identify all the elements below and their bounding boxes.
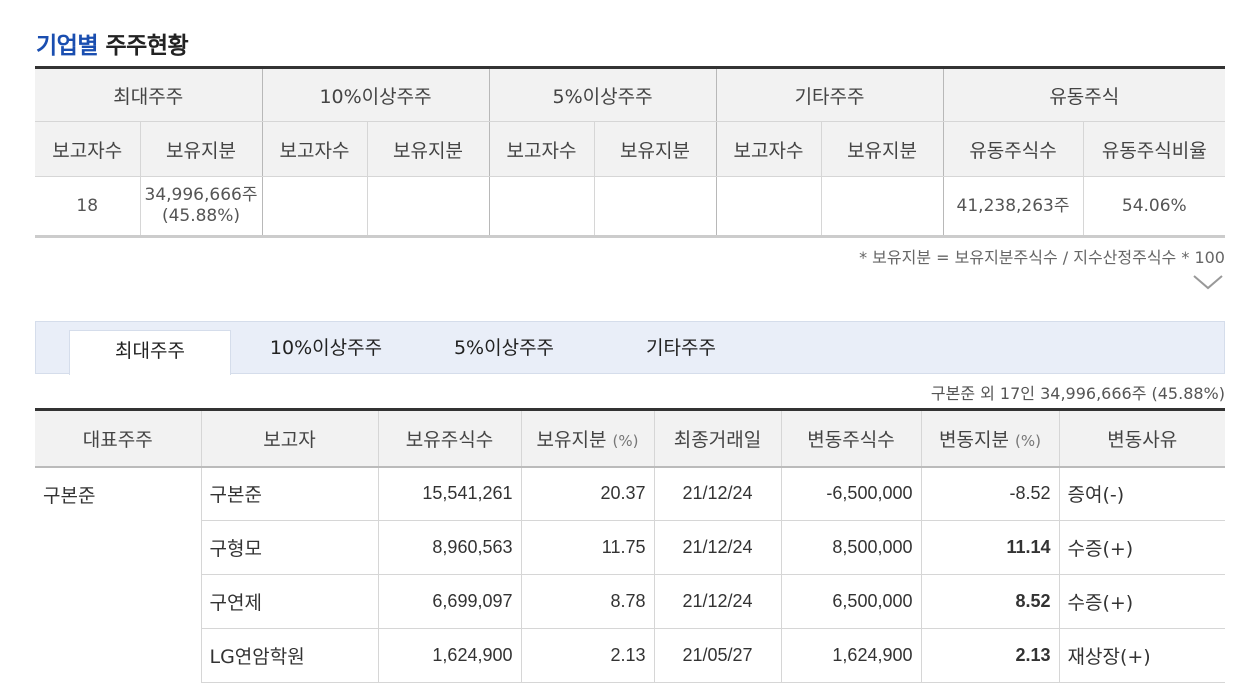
summary-subheader: 보고자수 (489, 121, 595, 177)
cell-reporter: 구형모 (201, 520, 379, 575)
chevron-down-icon[interactable] (1192, 272, 1224, 292)
tab-5pct-holder[interactable]: 5%이상주주 (434, 322, 574, 374)
page-title-highlight: 기업별 (36, 33, 98, 59)
col-header-reason: 변동사유 (1059, 409, 1225, 468)
cell-rep (35, 628, 202, 683)
summary-subheader: 유동주식수 (943, 121, 1084, 177)
col-header-ratio-unit: (%) (612, 431, 639, 450)
summary-group-header: 최대주주 (35, 67, 263, 122)
col-header-shares: 보유주식수 (378, 409, 522, 468)
cell-date: 21/12/24 (654, 574, 782, 629)
summary-group-header: 10%이상주주 (262, 67, 490, 122)
cell-date: 21/05/27 (654, 628, 782, 683)
cell-ratio: 8.78 (521, 574, 655, 629)
stake-formula-note: * 보유지분 = 보유지분주식수 / 지수산정주식수 * 100 (859, 248, 1225, 267)
cell-reporter: 구연제 (201, 574, 379, 629)
cell-change: 1,624,900 (781, 628, 922, 683)
col-header-rep: 대표주주 (35, 409, 202, 468)
other-holder-stake (821, 176, 944, 238)
other-holder-count (716, 176, 822, 238)
tab-largest-holder[interactable]: 최대주주 (69, 330, 231, 375)
cell-date: 21/12/24 (654, 466, 782, 521)
summary-data-row: 18 34,996,666주 (45.88%) 41,238,263주 54.0… (35, 176, 1226, 238)
summary-subheader: 유동주식비율 (1083, 121, 1226, 177)
col-header-ratio: 보유지분 (%) (521, 409, 655, 468)
cell-ratio: 20.37 (521, 466, 655, 521)
col-header-ratio-label: 보유지분 (536, 428, 607, 451)
cell-reporter: LG연암학원 (201, 628, 379, 683)
detail-header-row: 대표주주 보고자 보유주식수 보유지분 (%) 최종거래일 변동주식수 변동지분… (35, 409, 1225, 468)
col-header-reporter: 보고자 (201, 409, 379, 468)
cell-change-ratio: -8.52 (921, 466, 1060, 521)
summary-subheader-row: 보고자수 보유지분 보고자수 보유지분 보고자수 보유지분 보고자수 보유지분 … (35, 121, 1226, 177)
summary-subheader: 보고자수 (35, 121, 141, 177)
table-row: 구연제 6,699,097 8.78 21/12/24 6,500,000 8.… (35, 574, 1225, 629)
page-title: 기업별 주주현황 (36, 26, 189, 60)
summary-group-header-row: 최대주주 10%이상주주 5%이상주주 기타주주 유동주식 (35, 67, 1226, 122)
largest-holder-stake: 34,996,666주 (45.88%) (140, 176, 263, 238)
col-header-change-shares: 변동주식수 (781, 409, 922, 468)
col-header-change-ratio-label: 변동지분 (939, 428, 1009, 451)
col-header-change-ratio: 변동지분 (%) (921, 409, 1060, 468)
float-ratio: 54.06% (1083, 176, 1226, 238)
cell-ratio: 11.75 (521, 520, 655, 575)
col-header-change-ratio-unit: (%) (1015, 431, 1041, 450)
summary-subheader: 보유지분 (594, 121, 717, 177)
summary-group-header: 5%이상주주 (489, 67, 717, 122)
table-row: 구형모 8,960,563 11.75 21/12/24 8,500,000 1… (35, 520, 1225, 575)
summary-subheader: 보유지분 (140, 121, 263, 177)
largest-holder-ratio: (45.88%) (161, 206, 241, 226)
cell-rep (35, 574, 202, 629)
holder-type-tabs: 최대주주 10%이상주주 5%이상주주 기타주주 (35, 321, 1225, 375)
shareholder-summary-table: 최대주주 10%이상주주 5%이상주주 기타주주 유동주식 보고자수 보유지분 … (35, 66, 1226, 238)
cell-reporter: 구본준 (201, 466, 379, 521)
cell-date: 21/12/24 (654, 520, 782, 575)
cell-reason: 증여(-) (1059, 466, 1225, 521)
largest-holder-shares: 34,996,666주 (144, 185, 258, 205)
cell-change: 8,500,000 (781, 520, 922, 575)
summary-subheader: 보고자수 (716, 121, 822, 177)
largest-holder-count: 18 (35, 176, 141, 238)
float-shares: 41,238,263주 (943, 176, 1084, 238)
table-row: 구본준 구본준 15,541,261 20.37 21/12/24 -6,500… (35, 466, 1225, 521)
cell-shares: 8,960,563 (378, 520, 522, 575)
cell-reason: 수증(+) (1059, 574, 1225, 629)
cell-shares: 15,541,261 (378, 466, 522, 521)
cell-change-ratio: 11.14 (921, 520, 1060, 575)
pct5-holder-count (489, 176, 595, 238)
tab-10pct-holder[interactable]: 10%이상주주 (256, 322, 396, 374)
cell-rep (35, 520, 202, 575)
cell-shares: 6,699,097 (378, 574, 522, 629)
cell-shares: 1,624,900 (378, 628, 522, 683)
table-row: LG연암학원 1,624,900 2.13 21/05/27 1,624,900… (35, 628, 1225, 683)
summary-subheader: 보고자수 (262, 121, 368, 177)
cell-change: 6,500,000 (781, 574, 922, 629)
cell-change: -6,500,000 (781, 466, 922, 521)
cell-change-ratio: 8.52 (921, 574, 1060, 629)
cell-reason: 수증(+) (1059, 520, 1225, 575)
cell-change-ratio: 2.13 (921, 628, 1060, 683)
pct10-holder-stake (367, 176, 490, 238)
summary-group-header: 유동주식 (943, 67, 1226, 122)
summary-subheader: 보유지분 (367, 121, 490, 177)
cell-reason: 재상장(+) (1059, 628, 1225, 683)
tab-other-holder[interactable]: 기타주주 (626, 322, 736, 374)
cell-ratio: 2.13 (521, 628, 655, 683)
pct10-holder-count (262, 176, 368, 238)
summary-subheader: 보유지분 (821, 121, 944, 177)
col-header-last-trade: 최종거래일 (654, 409, 782, 468)
cell-rep: 구본준 (35, 466, 202, 521)
shareholder-detail-table: 대표주주 보고자 보유주식수 보유지분 (%) 최종거래일 변동주식수 변동지분… (35, 408, 1225, 683)
largest-holder-total: 구본준 외 17인 34,996,666주 (45.88%) (930, 384, 1225, 403)
pct5-holder-stake (594, 176, 717, 238)
summary-group-header: 기타주주 (716, 67, 944, 122)
page-title-rest: 주주현황 (105, 33, 189, 59)
